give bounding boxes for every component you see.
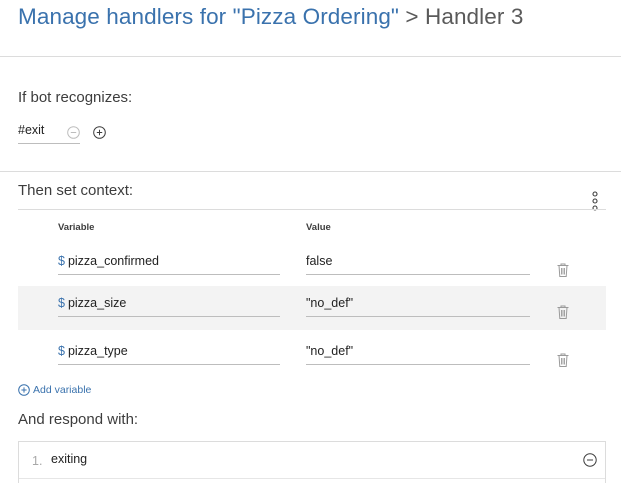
trash-icon — [557, 305, 569, 319]
variable-prefix: $ — [58, 296, 65, 310]
context-section-label: Then set context: — [18, 182, 134, 199]
context-table: Variable Value $ pizza_confirmed false $ p… — [18, 209, 606, 377]
response-number: 1. — [32, 454, 43, 468]
breadcrumb-current: Handler 3 — [424, 4, 524, 29]
remove-response-button[interactable] — [582, 452, 598, 468]
minus-circle-icon — [66, 125, 80, 139]
plus-circle-icon — [18, 384, 30, 396]
context-row: $ pizza_confirmed false — [18, 244, 606, 288]
response-section-label: And respond with: — [18, 411, 139, 428]
breadcrumb-bot-link[interactable]: Manage handlers for "Pizza Ordering" — [18, 4, 399, 29]
trash-icon — [557, 353, 569, 367]
column-header-value: Value — [306, 222, 331, 233]
add-variable-label: Add variable — [33, 384, 92, 396]
column-header-variable: Variable — [58, 222, 95, 233]
page-title: Manage handlers for "Pizza Ordering" > H… — [18, 4, 523, 30]
breadcrumb-separator: > — [405, 4, 419, 29]
context-row: $ pizza_type "no_def" — [18, 334, 606, 378]
trash-icon — [557, 263, 569, 277]
variable-field[interactable]: $ pizza_type — [58, 340, 280, 365]
response-input[interactable]: exiting — [51, 452, 87, 466]
overflow-menu-icon — [592, 191, 598, 211]
value-field[interactable]: "no_def" — [306, 340, 530, 365]
remove-condition-button[interactable] — [66, 125, 80, 139]
response-divider — [19, 478, 605, 479]
delete-row-button[interactable] — [556, 352, 570, 368]
variable-field[interactable]: $ pizza_confirmed — [58, 250, 280, 275]
value-field[interactable]: "no_def" — [306, 292, 530, 317]
variable-name: pizza_type — [67, 344, 128, 358]
context-row: $ pizza_size "no_def" — [18, 286, 606, 330]
variable-name: pizza_confirmed — [67, 254, 159, 268]
section-divider — [0, 171, 621, 172]
add-condition-button[interactable] — [92, 125, 106, 139]
delete-row-button[interactable] — [556, 304, 570, 320]
minus-circle-icon — [583, 453, 597, 467]
value-field[interactable]: false — [306, 250, 530, 275]
variable-name: pizza_size — [67, 296, 127, 310]
plus-circle-icon — [92, 125, 106, 139]
page-header: Manage handlers for "Pizza Ordering" > H… — [0, 0, 621, 57]
variable-prefix: $ — [58, 344, 65, 358]
variable-prefix: $ — [58, 254, 65, 268]
add-variable-button[interactable]: Add variable — [18, 382, 91, 398]
condition-section-label: If bot recognizes: — [18, 89, 133, 106]
delete-row-button[interactable] — [556, 262, 570, 278]
variable-field[interactable]: $ pizza_size — [58, 292, 280, 317]
response-list: 1. exiting — [18, 441, 606, 483]
